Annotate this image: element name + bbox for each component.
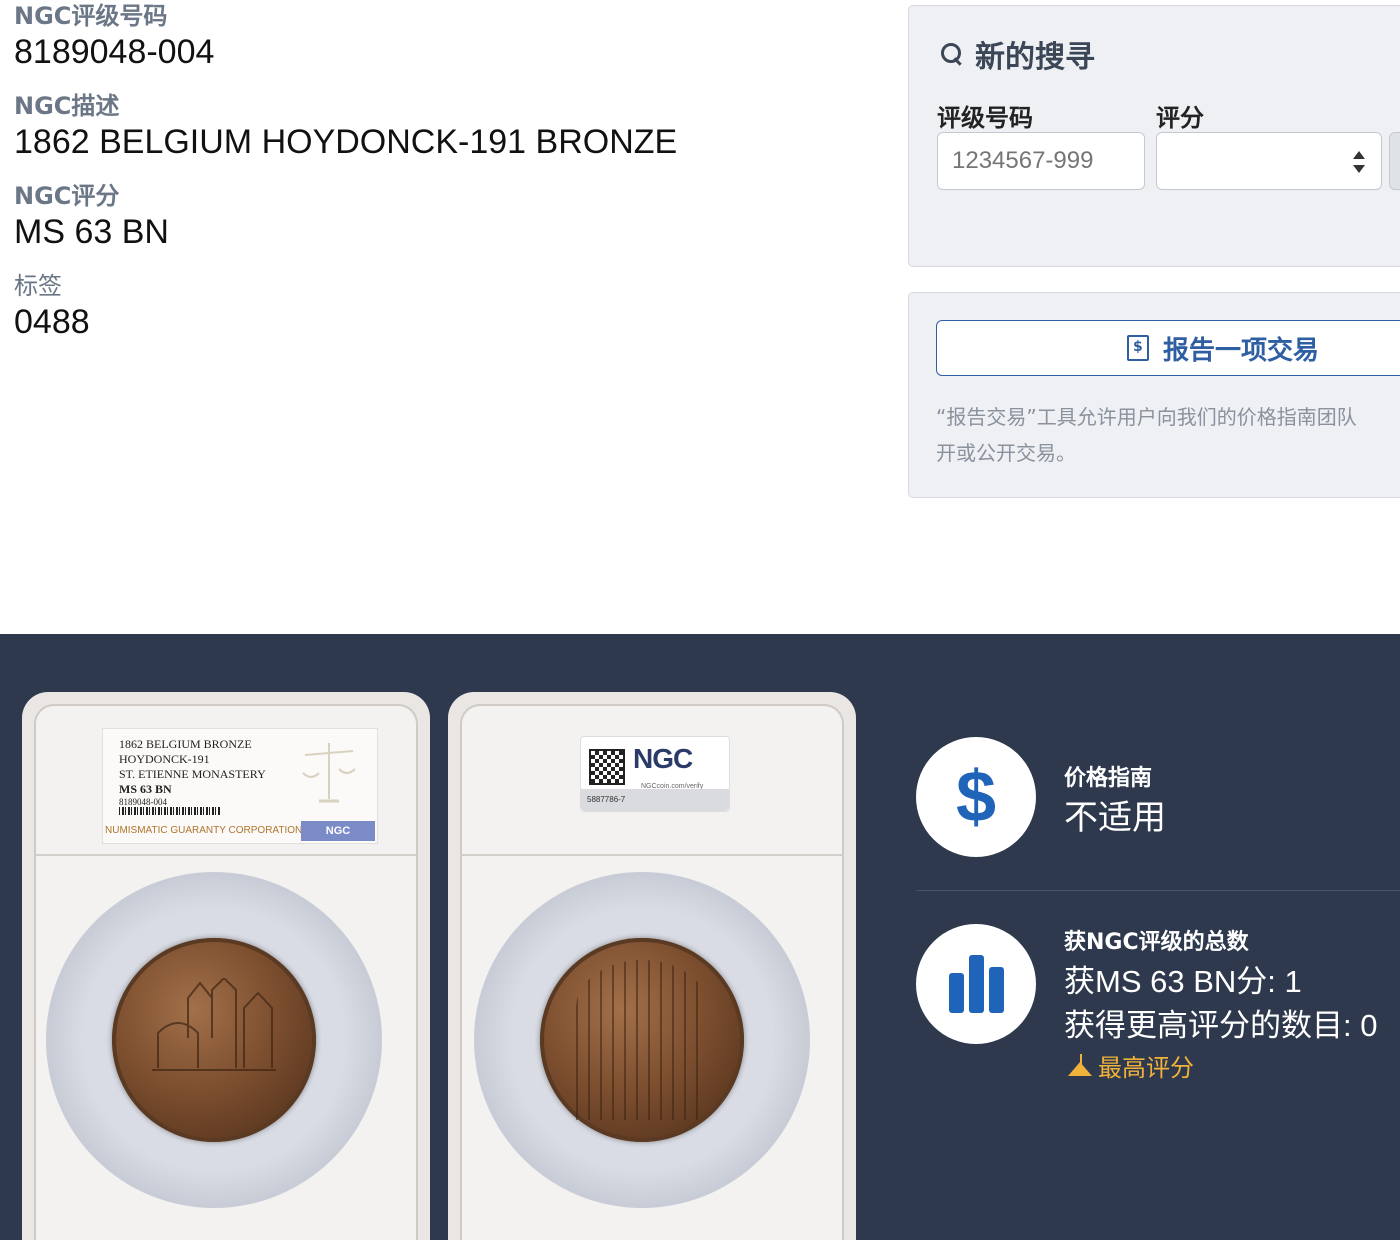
- receipt-icon: [1127, 335, 1149, 361]
- slab-divider: [36, 854, 416, 856]
- mountain-climber-icon: [1068, 1053, 1092, 1078]
- search-submit-button[interactable]: [1389, 132, 1400, 190]
- cert-number-input-label: 评级号码: [937, 104, 1033, 132]
- slab-label-line3: ST. ETIENNE MONASTERY: [119, 767, 266, 781]
- report-description: “报告交易”工具允许用户向我们的价格指南团队 开或公开交易。: [936, 399, 1400, 471]
- slab-front-label: 1862 BELGIUM BRONZE HOYDONCK-191 ST. ETI…: [102, 728, 378, 844]
- top-pop-link[interactable]: 最高评分: [1068, 1048, 1194, 1083]
- slab-divider: [462, 854, 842, 856]
- grade-field: NGC评分 MS 63 BN: [14, 180, 874, 256]
- report-description-line1: “报告交易”工具允许用户向我们的价格指南团队: [936, 405, 1357, 429]
- cert-number-input[interactable]: [937, 132, 1145, 190]
- coin-obverse: [112, 938, 316, 1142]
- population-at-grade[interactable]: 获MS 63 BN分: 1: [1064, 956, 1302, 1001]
- grade-select-label: 评分: [1156, 104, 1204, 132]
- new-search-panel: 新的搜寻 评级号码 评分: [908, 5, 1400, 267]
- price-guide-badge: $: [916, 737, 1036, 857]
- cathedral-nave-relief: [576, 960, 708, 1120]
- ngc-logo: NGC: [301, 821, 375, 841]
- coin-holder-ring: [474, 872, 810, 1208]
- description-label: NGC描述: [14, 92, 120, 120]
- slab-front-image[interactable]: 1862 BELGIUM BRONZE HOYDONCK-191 ST. ETI…: [22, 692, 430, 1240]
- slab-label-grade: MS 63 BN: [119, 782, 172, 796]
- ngc-serial: 5887786-7: [587, 795, 626, 804]
- scales-emblem-icon: [302, 743, 356, 803]
- description-field: NGC描述 1862 BELGIUM HOYDONCK-191 BRONZE: [14, 90, 874, 166]
- cert-number-value: 8189048-004: [14, 33, 215, 71]
- cert-number-field: NGC评级号码 8189048-004: [14, 0, 874, 76]
- select-arrows-icon: [1353, 151, 1365, 173]
- description-value: 1862 BELGIUM HOYDONCK-191 BRONZE: [14, 123, 678, 161]
- stats-divider: [916, 890, 1400, 891]
- search-icon: [939, 41, 965, 67]
- report-description-line2: 开或公开交易。: [936, 441, 1076, 465]
- ngc-back-logo: NGC: [633, 743, 693, 774]
- barcode: [119, 807, 221, 815]
- top-pop-label: 最高评分: [1098, 1054, 1194, 1082]
- qr-code: [589, 749, 625, 785]
- label-label: 标签: [14, 272, 62, 300]
- grade-value: MS 63 BN: [14, 213, 169, 251]
- population-higher[interactable]: 获得更高评分的数目: 0: [1064, 1000, 1377, 1045]
- coin-holder-ring: [46, 872, 382, 1208]
- search-title: 新的搜寻: [975, 40, 1095, 75]
- report-sale-button[interactable]: 报告一项交易: [936, 320, 1400, 376]
- dollar-icon: $: [955, 757, 997, 837]
- bar-chart-icon: [948, 955, 1004, 1013]
- label-field: 标签 0488: [14, 270, 874, 346]
- search-heading: 新的搜寻: [939, 32, 1095, 76]
- price-guide-title: 价格指南: [1064, 766, 1153, 791]
- price-guide-value: 不适用: [1064, 798, 1166, 838]
- monastery-relief: [152, 978, 276, 1071]
- slab-back-image[interactable]: NGC NGCcoin.com/verify 5887786-7: [448, 692, 856, 1240]
- population-title: 获NGC评级的总数: [1064, 930, 1249, 955]
- grade-select[interactable]: [1156, 132, 1382, 190]
- cert-details: NGC评级号码 8189048-004 NGC描述 1862 BELGIUM H…: [14, 0, 874, 360]
- coin-reverse: [540, 938, 744, 1142]
- report-sale-label: 报告一项交易: [1163, 335, 1320, 366]
- label-value: 0488: [14, 303, 90, 341]
- slab-label-footer: NUMISMATIC GUARANTY CORPORATION: [105, 825, 303, 836]
- cert-number-label: NGC评级号码: [14, 2, 168, 30]
- slab-label-line2: HOYDONCK-191: [119, 752, 210, 766]
- population-badge: [916, 924, 1036, 1044]
- slab-back-label: NGC NGCcoin.com/verify 5887786-7: [580, 736, 730, 812]
- grade-label: NGC评分: [14, 182, 120, 210]
- report-sale-panel: 报告一项交易 “报告交易”工具允许用户向我们的价格指南团队 开或公开交易。: [908, 292, 1400, 498]
- slab-label-line1: 1862 BELGIUM BRONZE: [119, 737, 252, 751]
